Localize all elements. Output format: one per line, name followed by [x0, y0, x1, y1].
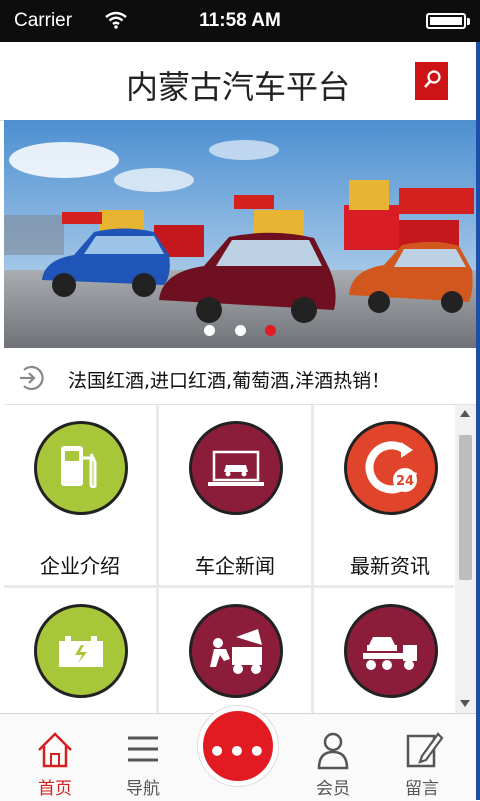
grid-item-company[interactable]: 企业介绍 — [4, 405, 156, 585]
banner-image — [4, 120, 476, 348]
promo-banner[interactable] — [4, 120, 476, 348]
notice-bar[interactable]: 法国红酒,进口红酒,葡萄酒,洋酒热销！ — [4, 352, 476, 405]
grid-item-label: 车企新闻 — [195, 554, 275, 578]
grid-item-label: 最新资讯 — [350, 554, 430, 578]
menu-icon — [128, 736, 158, 762]
feature-grid: 企业介绍 车企新闻 24 最新资讯 — [4, 405, 454, 713]
tab-label: 留言 — [405, 779, 439, 799]
battery-icon — [34, 604, 128, 698]
laptop-car-icon — [189, 421, 283, 515]
grid-item-tow[interactable] — [314, 588, 454, 713]
pager-dot[interactable] — [204, 325, 216, 336]
tab-member[interactable]: 会员 — [303, 728, 363, 799]
edit-icon — [406, 732, 444, 768]
status-bar: Carrier 11:58 AM — [0, 0, 480, 42]
bottom-tab-bar: 首页 导航 ••• 会员 留言 — [0, 706, 476, 801]
banner-pager[interactable] — [4, 321, 476, 340]
grid-item-repair[interactable] — [159, 588, 311, 713]
search-button[interactable] — [415, 62, 448, 100]
grid-item-label: 企业介绍 — [40, 554, 120, 578]
search-icon — [424, 70, 441, 88]
announcement-icon — [20, 365, 44, 391]
tab-label: 导航 — [126, 779, 160, 799]
pager-dot-active[interactable] — [264, 325, 276, 336]
scroll-up-icon[interactable] — [460, 410, 470, 417]
notice-text: 法国红酒,进口红酒,葡萄酒,洋酒热销！ — [68, 370, 391, 392]
tow-truck-icon — [344, 604, 438, 698]
tab-navigation[interactable]: 导航 — [113, 728, 173, 799]
24-hour-icon: 24 — [344, 421, 438, 515]
svg-text:24: 24 — [396, 474, 414, 489]
tab-label: 首页 — [38, 779, 72, 799]
app-header: 内蒙古汽车平台 — [0, 42, 476, 121]
grid-item-news[interactable]: 车企新闻 — [159, 405, 311, 585]
grid-scrollbar[interactable] — [455, 405, 476, 713]
page-title: 内蒙古汽车平台 — [125, 68, 350, 106]
grid-item-battery[interactable] — [4, 588, 156, 713]
pager-dot[interactable] — [234, 325, 246, 336]
battery-icon — [426, 13, 470, 29]
clock: 11:58 AM — [199, 10, 281, 31]
scroll-thumb[interactable] — [459, 435, 472, 580]
mechanic-icon — [189, 604, 283, 698]
tab-label: 会员 — [316, 779, 350, 799]
grid-item-latest[interactable]: 24 最新资讯 — [314, 405, 454, 585]
scroll-down-icon[interactable] — [460, 700, 470, 707]
tab-home[interactable]: 首页 — [25, 728, 85, 799]
user-icon — [317, 732, 349, 770]
tab-message[interactable]: 留言 — [392, 728, 452, 799]
fuel-pump-icon — [34, 421, 128, 515]
more-icon: ••• — [208, 735, 268, 768]
home-icon — [38, 732, 72, 768]
more-button[interactable]: ••• — [198, 706, 278, 786]
